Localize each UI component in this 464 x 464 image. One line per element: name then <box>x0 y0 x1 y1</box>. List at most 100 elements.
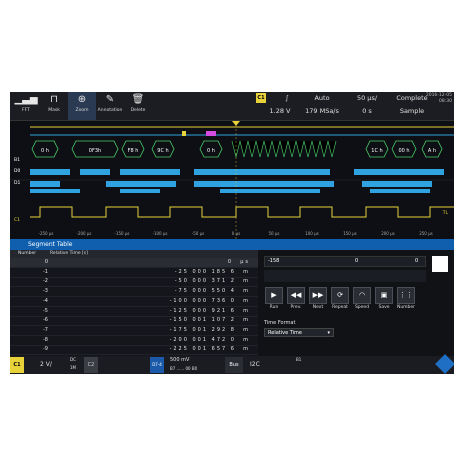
annotation-label: Annotation <box>97 108 123 113</box>
save-button[interactable]: ▣ Save <box>374 287 394 313</box>
x-tick-label: 0 µs <box>232 231 240 236</box>
x-tick-label: 250 µs <box>419 231 433 236</box>
repeat-button[interactable]: ⟳ Repeat <box>330 287 350 313</box>
delete-button[interactable]: 🗑 Delete <box>124 92 152 120</box>
speed-label: Speed <box>354 305 370 310</box>
segment-right-value: 0 <box>415 258 419 264</box>
segment-slider[interactable] <box>264 270 426 282</box>
row-number: -5 <box>43 307 48 314</box>
prev-label: Prev. <box>290 305 302 310</box>
time-format-select[interactable]: Relative Time ▾ <box>264 328 334 337</box>
decode-bus <box>30 126 454 136</box>
next-button[interactable]: ▶▶ Next <box>308 287 328 313</box>
channel-label: D0 <box>14 168 20 174</box>
ch1-scale[interactable]: 2 V/ <box>40 356 52 374</box>
decode-label: 9C h <box>157 148 168 154</box>
waveform-svg: 0 h 0F3h F8 h 9C h 0 h 1C h 00 h A h -250 µs -200… <box>10 121 454 239</box>
mask-icon: ⊓ <box>50 94 58 105</box>
zoom-button[interactable]: ⊕ Zoom <box>68 92 96 120</box>
run-label: Run <box>269 305 279 310</box>
row-number: -3 <box>43 288 48 295</box>
ch1-waveform <box>30 206 454 218</box>
mask-button[interactable]: ⊓ Mask <box>40 92 68 120</box>
x-tick-label: -250 µs <box>39 231 54 236</box>
x-tick-label: -50 µs <box>192 231 204 236</box>
row-relative-time: -175 001 292 8 m <box>169 326 250 333</box>
table-row[interactable]: -8 -200 001 472 0 m <box>10 336 258 346</box>
play-icon: ▶ <box>265 287 283 304</box>
segment-table[interactable]: Number Relative Time [s] 0 0 µs -1 -25 000 … <box>10 250 258 356</box>
c2-badge[interactable]: C2 <box>84 357 98 373</box>
decode-label: 00 h <box>398 148 409 154</box>
toolbar: ▁▃▅ FFT ⊓ Mask ⊕ Zoom ✎ Annotation 🗑 Del… <box>10 92 454 121</box>
row-relative-time: -125 000 921 6 m <box>169 307 250 314</box>
trigger-level[interactable]: 1.28 V <box>260 107 300 115</box>
digital-channels <box>30 169 444 193</box>
repeat-icon: ⟳ <box>331 287 349 304</box>
clock: 2016-12-05 08:30 <box>426 93 452 105</box>
trash-icon: 🗑 <box>131 94 145 105</box>
speed-button[interactable]: ◠ Speed <box>352 287 372 313</box>
row-number: 0 <box>44 259 48 265</box>
time-format-label: Time Format <box>264 320 296 326</box>
table-row[interactable]: -3 -75 000 550 4 m <box>10 287 258 298</box>
zoom-label: Zoom <box>75 108 89 113</box>
table-row[interactable]: -2 -50 000 371 2 m <box>10 277 258 288</box>
color-swatch[interactable] <box>432 256 448 272</box>
row-relative-time: -100 000 736 0 m <box>169 297 250 304</box>
bus-protocol[interactable]: I2C <box>250 356 260 374</box>
segment-range-field[interactable]: -158 0 0 <box>264 256 426 267</box>
trigger-mode[interactable]: Auto <box>302 94 342 102</box>
row-number: -2 <box>43 278 48 285</box>
scope-screen: ▁▃▅ FFT ⊓ Mask ⊕ Zoom ✎ Annotation 🗑 Del… <box>10 92 454 374</box>
run-button[interactable]: ▶ Run <box>264 287 284 313</box>
table-row[interactable]: -4 -100 000 736 0 m <box>10 297 258 307</box>
save-icon: ▣ <box>375 287 393 304</box>
acquisition-mode[interactable]: Sample <box>390 107 434 115</box>
dense-decode-block <box>231 140 337 158</box>
channel-label: C1 <box>14 217 20 223</box>
number-label: Number <box>396 305 416 310</box>
pen-icon: ✎ <box>105 94 115 105</box>
table-row[interactable]: -5 -125 000 921 6 m <box>10 307 258 317</box>
x-tick-label: 150 µs <box>343 231 357 236</box>
x-tick-label: -100 µs <box>153 231 168 236</box>
col-relative-time: Relative Time [s] <box>50 251 88 256</box>
bus-badge[interactable]: Bus <box>225 357 243 373</box>
segment-mid-value: 0 <box>355 258 359 264</box>
table-row[interactable]: -9 -225 001 657 6 m <box>10 345 258 356</box>
table-header: Number Relative Time [s] <box>10 250 258 258</box>
time-offset[interactable]: 0 s <box>346 107 388 115</box>
save-label: Save <box>378 305 390 310</box>
row-number: -8 <box>43 336 48 343</box>
decode-label: 0 h <box>207 148 215 154</box>
forward-icon: ▶▶ <box>309 287 327 304</box>
col-number: Number <box>18 251 37 256</box>
rewind-icon: ◀◀ <box>287 287 305 304</box>
annotation-button[interactable]: ✎ Annotation <box>96 92 124 120</box>
table-row[interactable]: -7 -175 001 292 8 m <box>10 326 258 336</box>
trigger-channel-badge[interactable]: C1 <box>256 93 266 103</box>
ch1-badge[interactable]: C1 <box>10 357 24 373</box>
waveform-area[interactable]: 0 h 0F3h F8 h 9C h 0 h 1C h 00 h A h -250 µs -200… <box>10 121 454 239</box>
number-button[interactable]: ⋮⋮ Number <box>396 287 416 313</box>
delete-label: Delete <box>130 108 146 113</box>
fft-button[interactable]: ▁▃▅ FFT <box>12 92 40 120</box>
digital-d7-4-badge[interactable]: D7-4 <box>150 357 164 373</box>
row-number: -4 <box>43 297 48 304</box>
decode-label: F8 h <box>128 148 139 154</box>
speed-icon: ◠ <box>353 287 371 304</box>
prev-button[interactable]: ◀◀ Prev. <box>286 287 306 313</box>
table-row[interactable]: -6 -150 001 107 2 m <box>10 316 258 327</box>
channel-label: TL <box>442 210 449 216</box>
table-row[interactable]: 0 0 µs <box>10 258 258 268</box>
segment-table-title: Segment Table <box>10 239 454 250</box>
table-row[interactable]: -1 -25 000 185 6 m <box>10 268 258 278</box>
time-per-div[interactable]: 50 µs/ <box>346 94 388 102</box>
zoom-icon: ⊕ <box>77 94 87 105</box>
decode-label: 0F3h <box>89 148 101 154</box>
trigger-slope-icon[interactable]: ∫ <box>280 94 294 102</box>
decode-label: 0 h <box>41 148 49 154</box>
digital-bits: B7 ...... 00 B0 <box>170 366 198 371</box>
row-relative-time: 0 µs <box>227 259 250 265</box>
